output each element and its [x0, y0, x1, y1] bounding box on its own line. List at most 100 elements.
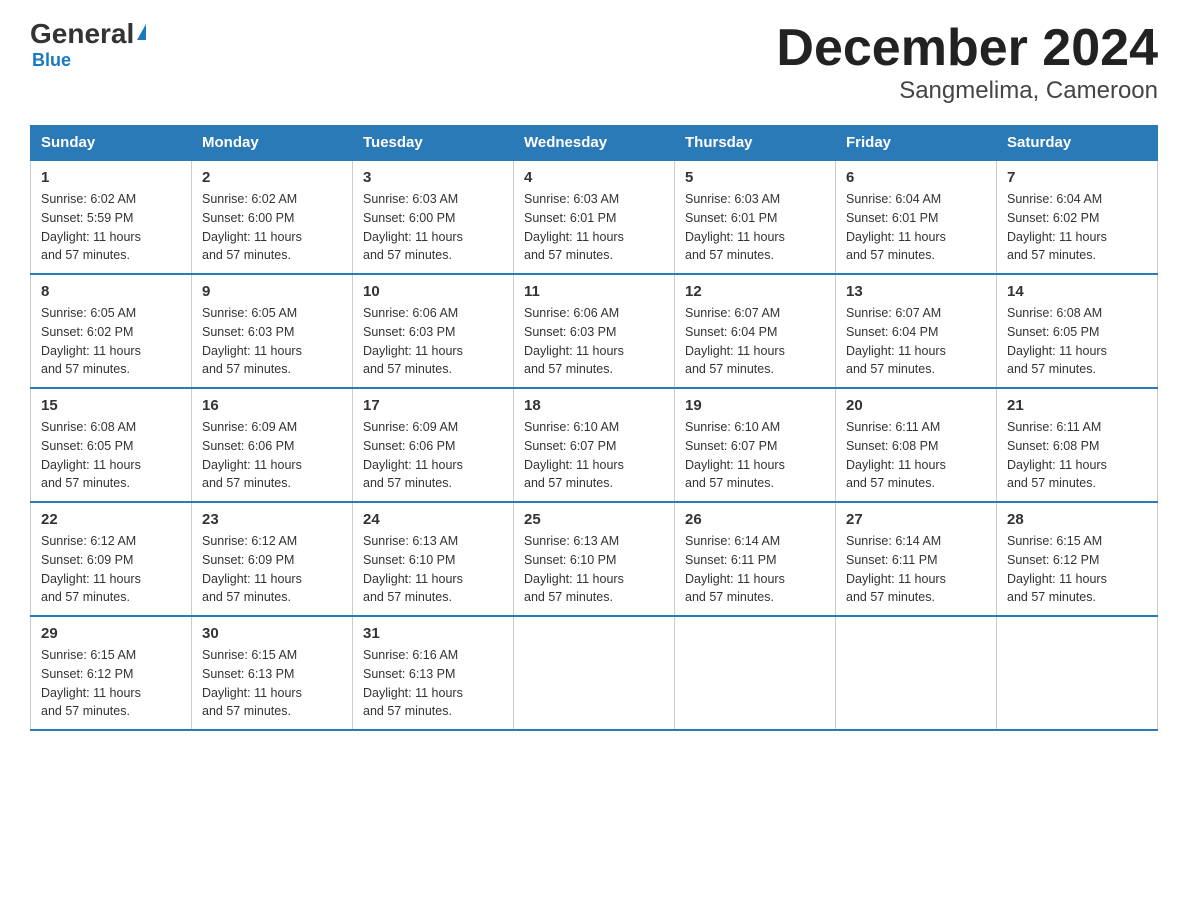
day-info: Sunrise: 6:03 AMSunset: 6:01 PMDaylight:…	[524, 192, 624, 262]
day-number: 25	[524, 511, 664, 528]
day-info: Sunrise: 6:03 AMSunset: 6:01 PMDaylight:…	[685, 192, 785, 262]
calendar-day-cell: 21 Sunrise: 6:11 AMSunset: 6:08 PMDaylig…	[997, 388, 1158, 502]
calendar-day-cell: 16 Sunrise: 6:09 AMSunset: 6:06 PMDaylig…	[192, 388, 353, 502]
day-number: 10	[363, 283, 503, 300]
calendar-day-cell: 22 Sunrise: 6:12 AMSunset: 6:09 PMDaylig…	[31, 502, 192, 616]
day-number: 7	[1007, 169, 1147, 186]
day-info: Sunrise: 6:10 AMSunset: 6:07 PMDaylight:…	[685, 420, 785, 490]
calendar-body: 1 Sunrise: 6:02 AMSunset: 5:59 PMDayligh…	[31, 160, 1158, 730]
calendar-day-cell: 26 Sunrise: 6:14 AMSunset: 6:11 PMDaylig…	[675, 502, 836, 616]
calendar-day-cell: 9 Sunrise: 6:05 AMSunset: 6:03 PMDayligh…	[192, 274, 353, 388]
day-number: 26	[685, 511, 825, 528]
calendar-day-cell: 24 Sunrise: 6:13 AMSunset: 6:10 PMDaylig…	[353, 502, 514, 616]
calendar-subtitle: Sangmelima, Cameroon	[776, 77, 1158, 105]
day-number: 29	[41, 625, 181, 642]
calendar-day-cell: 2 Sunrise: 6:02 AMSunset: 6:00 PMDayligh…	[192, 160, 353, 274]
day-number: 27	[846, 511, 986, 528]
day-info: Sunrise: 6:14 AMSunset: 6:11 PMDaylight:…	[846, 534, 946, 604]
header-friday: Friday	[836, 126, 997, 161]
page-header: General Blue December 2024 Sangmelima, C…	[30, 20, 1158, 105]
calendar-day-cell: 14 Sunrise: 6:08 AMSunset: 6:05 PMDaylig…	[997, 274, 1158, 388]
calendar-day-cell: 23 Sunrise: 6:12 AMSunset: 6:09 PMDaylig…	[192, 502, 353, 616]
calendar-day-cell: 3 Sunrise: 6:03 AMSunset: 6:00 PMDayligh…	[353, 160, 514, 274]
day-number: 31	[363, 625, 503, 642]
day-number: 13	[846, 283, 986, 300]
day-info: Sunrise: 6:13 AMSunset: 6:10 PMDaylight:…	[363, 534, 463, 604]
day-info: Sunrise: 6:12 AMSunset: 6:09 PMDaylight:…	[202, 534, 302, 604]
calendar-table: SundayMondayTuesdayWednesdayThursdayFrid…	[30, 125, 1158, 731]
day-number: 3	[363, 169, 503, 186]
header-row: SundayMondayTuesdayWednesdayThursdayFrid…	[31, 126, 1158, 161]
day-number: 22	[41, 511, 181, 528]
calendar-day-cell	[997, 616, 1158, 730]
header-saturday: Saturday	[997, 126, 1158, 161]
day-info: Sunrise: 6:15 AMSunset: 6:13 PMDaylight:…	[202, 648, 302, 718]
day-info: Sunrise: 6:02 AMSunset: 6:00 PMDaylight:…	[202, 192, 302, 262]
calendar-day-cell: 30 Sunrise: 6:15 AMSunset: 6:13 PMDaylig…	[192, 616, 353, 730]
logo-blue: Blue	[30, 50, 71, 71]
header-tuesday: Tuesday	[353, 126, 514, 161]
day-info: Sunrise: 6:05 AMSunset: 6:03 PMDaylight:…	[202, 306, 302, 376]
day-info: Sunrise: 6:15 AMSunset: 6:12 PMDaylight:…	[1007, 534, 1107, 604]
day-number: 5	[685, 169, 825, 186]
calendar-day-cell: 31 Sunrise: 6:16 AMSunset: 6:13 PMDaylig…	[353, 616, 514, 730]
calendar-title: December 2024	[776, 20, 1158, 77]
day-info: Sunrise: 6:16 AMSunset: 6:13 PMDaylight:…	[363, 648, 463, 718]
calendar-day-cell: 8 Sunrise: 6:05 AMSunset: 6:02 PMDayligh…	[31, 274, 192, 388]
calendar-day-cell: 6 Sunrise: 6:04 AMSunset: 6:01 PMDayligh…	[836, 160, 997, 274]
day-number: 1	[41, 169, 181, 186]
day-number: 28	[1007, 511, 1147, 528]
calendar-day-cell	[836, 616, 997, 730]
calendar-day-cell: 29 Sunrise: 6:15 AMSunset: 6:12 PMDaylig…	[31, 616, 192, 730]
calendar-day-cell: 1 Sunrise: 6:02 AMSunset: 5:59 PMDayligh…	[31, 160, 192, 274]
day-info: Sunrise: 6:04 AMSunset: 6:02 PMDaylight:…	[1007, 192, 1107, 262]
calendar-day-cell	[675, 616, 836, 730]
day-number: 11	[524, 283, 664, 300]
calendar-day-cell: 20 Sunrise: 6:11 AMSunset: 6:08 PMDaylig…	[836, 388, 997, 502]
day-info: Sunrise: 6:09 AMSunset: 6:06 PMDaylight:…	[202, 420, 302, 490]
day-info: Sunrise: 6:03 AMSunset: 6:00 PMDaylight:…	[363, 192, 463, 262]
calendar-day-cell: 5 Sunrise: 6:03 AMSunset: 6:01 PMDayligh…	[675, 160, 836, 274]
day-number: 20	[846, 397, 986, 414]
day-info: Sunrise: 6:14 AMSunset: 6:11 PMDaylight:…	[685, 534, 785, 604]
calendar-week-row: 22 Sunrise: 6:12 AMSunset: 6:09 PMDaylig…	[31, 502, 1158, 616]
day-number: 8	[41, 283, 181, 300]
day-info: Sunrise: 6:07 AMSunset: 6:04 PMDaylight:…	[685, 306, 785, 376]
day-number: 23	[202, 511, 342, 528]
day-number: 30	[202, 625, 342, 642]
header-monday: Monday	[192, 126, 353, 161]
calendar-day-cell: 12 Sunrise: 6:07 AMSunset: 6:04 PMDaylig…	[675, 274, 836, 388]
day-info: Sunrise: 6:08 AMSunset: 6:05 PMDaylight:…	[41, 420, 141, 490]
day-info: Sunrise: 6:04 AMSunset: 6:01 PMDaylight:…	[846, 192, 946, 262]
calendar-day-cell: 4 Sunrise: 6:03 AMSunset: 6:01 PMDayligh…	[514, 160, 675, 274]
day-number: 14	[1007, 283, 1147, 300]
day-info: Sunrise: 6:11 AMSunset: 6:08 PMDaylight:…	[1007, 420, 1107, 490]
day-info: Sunrise: 6:06 AMSunset: 6:03 PMDaylight:…	[363, 306, 463, 376]
calendar-day-cell: 25 Sunrise: 6:13 AMSunset: 6:10 PMDaylig…	[514, 502, 675, 616]
day-info: Sunrise: 6:02 AMSunset: 5:59 PMDaylight:…	[41, 192, 141, 262]
calendar-day-cell: 10 Sunrise: 6:06 AMSunset: 6:03 PMDaylig…	[353, 274, 514, 388]
calendar-day-cell: 15 Sunrise: 6:08 AMSunset: 6:05 PMDaylig…	[31, 388, 192, 502]
day-number: 16	[202, 397, 342, 414]
calendar-day-cell: 13 Sunrise: 6:07 AMSunset: 6:04 PMDaylig…	[836, 274, 997, 388]
calendar-day-cell	[514, 616, 675, 730]
day-info: Sunrise: 6:07 AMSunset: 6:04 PMDaylight:…	[846, 306, 946, 376]
header-thursday: Thursday	[675, 126, 836, 161]
day-number: 15	[41, 397, 181, 414]
day-info: Sunrise: 6:09 AMSunset: 6:06 PMDaylight:…	[363, 420, 463, 490]
calendar-week-row: 29 Sunrise: 6:15 AMSunset: 6:12 PMDaylig…	[31, 616, 1158, 730]
day-info: Sunrise: 6:12 AMSunset: 6:09 PMDaylight:…	[41, 534, 141, 604]
day-number: 19	[685, 397, 825, 414]
calendar-day-cell: 19 Sunrise: 6:10 AMSunset: 6:07 PMDaylig…	[675, 388, 836, 502]
calendar-header: SundayMondayTuesdayWednesdayThursdayFrid…	[31, 126, 1158, 161]
calendar-day-cell: 27 Sunrise: 6:14 AMSunset: 6:11 PMDaylig…	[836, 502, 997, 616]
calendar-week-row: 15 Sunrise: 6:08 AMSunset: 6:05 PMDaylig…	[31, 388, 1158, 502]
day-info: Sunrise: 6:15 AMSunset: 6:12 PMDaylight:…	[41, 648, 141, 718]
header-wednesday: Wednesday	[514, 126, 675, 161]
calendar-day-cell: 28 Sunrise: 6:15 AMSunset: 6:12 PMDaylig…	[997, 502, 1158, 616]
day-info: Sunrise: 6:11 AMSunset: 6:08 PMDaylight:…	[846, 420, 946, 490]
calendar-day-cell: 7 Sunrise: 6:04 AMSunset: 6:02 PMDayligh…	[997, 160, 1158, 274]
day-number: 12	[685, 283, 825, 300]
calendar-day-cell: 18 Sunrise: 6:10 AMSunset: 6:07 PMDaylig…	[514, 388, 675, 502]
title-block: December 2024 Sangmelima, Cameroon	[776, 20, 1158, 105]
